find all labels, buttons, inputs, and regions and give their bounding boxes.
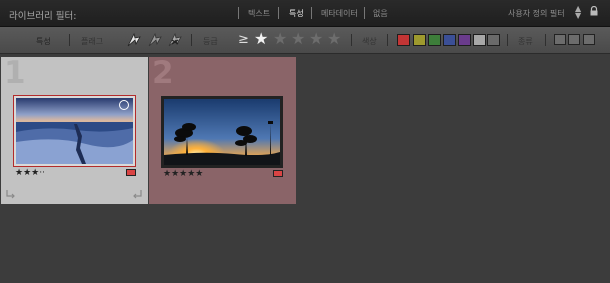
rotate-left-icon[interactable] (5, 189, 16, 200)
unflagged-icon[interactable] (146, 31, 164, 49)
tab-text[interactable]: 텍스트 (248, 8, 270, 19)
attribute-filter-bar: 특성 플래그 등급 ≥ ★ ★ ★ ★ ★ 색상 종류 (0, 27, 610, 54)
color-label: 색상 (362, 37, 377, 46)
color-label-chip[interactable] (126, 169, 136, 176)
color-swatch-purple[interactable] (458, 34, 471, 46)
separator (545, 34, 546, 46)
separator (387, 34, 388, 46)
separator (69, 34, 70, 46)
grid-cell[interactable]: 1 ★★★·· (1, 55, 148, 204)
grid-view: 1 ★★★·· 2 ★★★★★ (0, 54, 610, 283)
color-swatch-green[interactable] (428, 34, 441, 46)
tab-attribute[interactable]: 특성 (289, 8, 304, 19)
cell-index-number: 1 (4, 55, 26, 91)
color-swatch-blue[interactable] (443, 34, 456, 46)
thumbnail-image[interactable] (164, 99, 280, 165)
updown-icon[interactable]: ▲ ▼ (575, 5, 581, 20)
star-icon-3[interactable]: ★ (291, 31, 305, 47)
library-filter-bar: 라이브러리 필터: 텍스트 특성 메타데이터 없음 사용자 정의 필터 ▲ ▼ (0, 0, 610, 27)
tab-metadata[interactable]: 메타데이터 (321, 8, 358, 19)
grid-cell[interactable]: 2 ★★★★★ (149, 55, 296, 204)
rating-label: 등급 (203, 37, 218, 46)
library-filter-title: 라이브러리 필터: (9, 11, 77, 22)
flag-label: 플래그 (81, 37, 104, 46)
tab-separator (364, 7, 365, 19)
lock-icon[interactable] (589, 6, 599, 16)
cell-index-number: 2 (152, 55, 174, 91)
attribute-label: 특성 (36, 37, 51, 46)
separator (191, 34, 192, 46)
rating-operator[interactable]: ≥ (238, 32, 249, 47)
tab-separator (238, 7, 239, 19)
star-icon-1[interactable]: ★ (254, 31, 268, 47)
virtual-copy-icon[interactable] (568, 34, 580, 45)
color-swatch-red[interactable] (397, 34, 410, 46)
rotate-right-icon[interactable] (132, 189, 143, 200)
color-swatch-none[interactable] (487, 34, 500, 46)
rating-stars[interactable]: ★★★★★ (163, 169, 203, 179)
flagged-icon[interactable] (125, 31, 143, 49)
rejected-flag-icon[interactable] (166, 31, 184, 49)
color-label-chip[interactable] (273, 170, 283, 177)
thumbnail-frame[interactable] (161, 96, 283, 168)
color-swatch-custom[interactable] (473, 34, 486, 46)
kind-label: 종류 (518, 37, 533, 46)
video-icon[interactable] (583, 34, 595, 45)
thumbnail-frame[interactable] (13, 95, 136, 167)
star-icon-2[interactable]: ★ (273, 31, 287, 47)
master-photo-icon[interactable] (554, 34, 566, 45)
tab-separator (278, 7, 279, 19)
rating-stars[interactable]: ★★★·· (15, 168, 45, 178)
separator (507, 34, 508, 46)
tab-none[interactable]: 없음 (373, 8, 388, 19)
separator (351, 34, 352, 46)
star-icon-4[interactable]: ★ (309, 31, 323, 47)
tab-separator (311, 7, 312, 19)
star-icon-5[interactable]: ★ (327, 31, 341, 47)
thumbnail-image[interactable] (16, 98, 133, 164)
custom-filter-preset[interactable]: 사용자 정의 필터 (508, 8, 565, 19)
color-swatch-yellow[interactable] (413, 34, 426, 46)
